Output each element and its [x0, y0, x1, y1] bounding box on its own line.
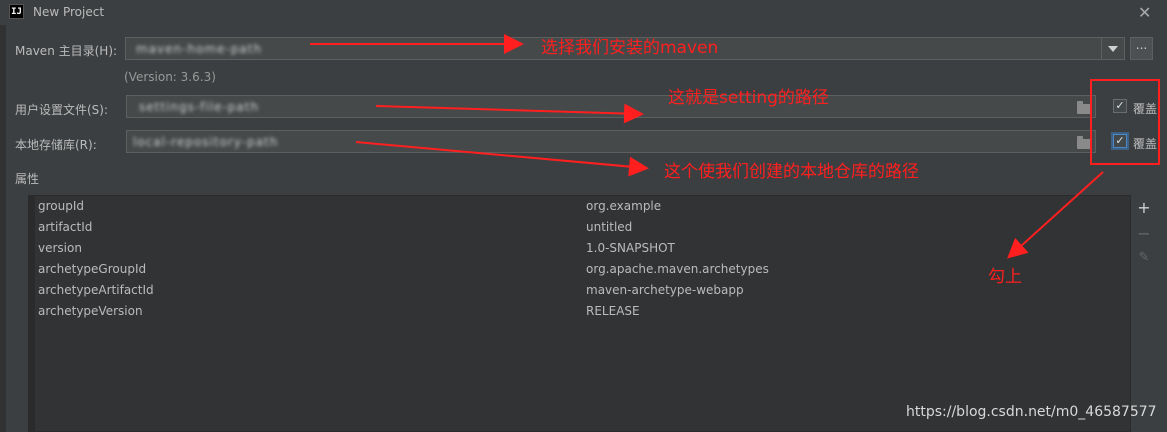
annotation-check: 勾上: [988, 267, 1022, 287]
watermark-text: https://blog.csdn.net/m0_46587577: [906, 404, 1157, 420]
annotation-settings: 这就是setting的路径: [668, 88, 829, 108]
arrow-to-settings-field: [375, 103, 644, 124]
annotation-repo: 这个使我们创建的本地仓库的路径: [664, 162, 919, 182]
arrow-to-checkboxes: [1007, 171, 1104, 259]
annotation-overlay: [310, 34, 1160, 259]
annotation-maven: 选择我们安装的maven: [541, 38, 719, 58]
arrow-to-repo-field: [355, 141, 649, 177]
checkbox-highlight-box: [1090, 79, 1160, 165]
